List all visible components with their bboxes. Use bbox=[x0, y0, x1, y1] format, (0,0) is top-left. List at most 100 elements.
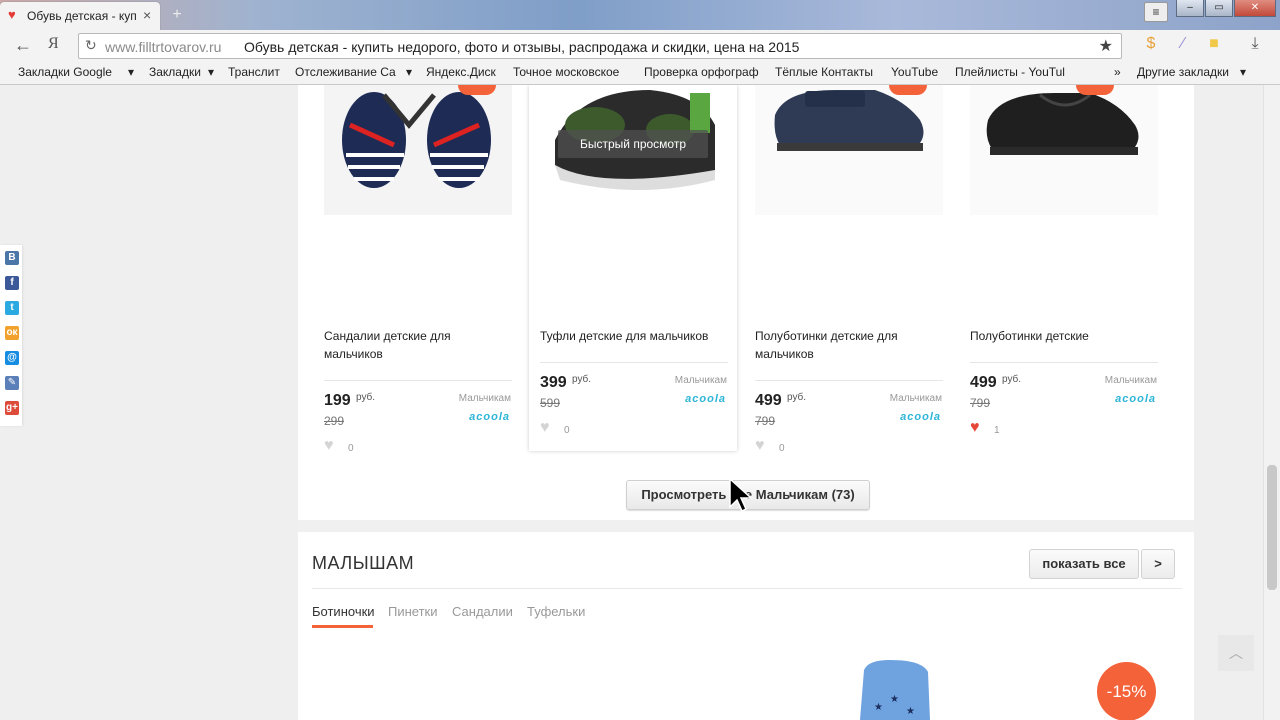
old-price: 799 bbox=[755, 414, 776, 428]
bookmark-item[interactable]: Тёплые Контакты bbox=[775, 65, 873, 79]
tab-botinochki[interactable]: Ботиночки bbox=[312, 604, 375, 619]
next-button[interactable]: > bbox=[1141, 549, 1175, 579]
brand-logo[interactable]: acoola bbox=[450, 411, 510, 423]
brand-logo[interactable]: acoola bbox=[1096, 393, 1156, 405]
discount-badge bbox=[458, 85, 496, 95]
svg-text:★: ★ bbox=[906, 706, 915, 717]
product-image-navy-boots[interactable] bbox=[755, 85, 943, 215]
extension-note-icon[interactable]: ■ bbox=[1204, 34, 1224, 54]
tab-title: Обувь детская - купить недорого bbox=[27, 9, 137, 23]
browser-toolbar: ← Я ↻ www.filltrtovarov.ru Обувь детская… bbox=[0, 30, 1280, 60]
scrollbar[interactable] bbox=[1263, 85, 1280, 720]
brand-logo[interactable]: acoola bbox=[881, 411, 941, 423]
browser-menu-icon[interactable]: ≡ bbox=[1144, 2, 1168, 22]
scrollbar-thumb[interactable] bbox=[1267, 465, 1277, 590]
yandex-icon[interactable]: Я bbox=[48, 35, 59, 53]
window-controls: – ▭ ✕ bbox=[1175, 0, 1276, 18]
close-window-button[interactable]: ✕ bbox=[1234, 0, 1276, 17]
heart-icon[interactable]: ♥ bbox=[755, 437, 765, 455]
svg-text:★: ★ bbox=[874, 702, 883, 713]
old-price: 799 bbox=[970, 396, 991, 410]
product-name[interactable]: Полуботинки детские bbox=[970, 327, 1150, 345]
heart-icon[interactable]: ♥ bbox=[540, 419, 550, 437]
window-titlebar: ♥ Обувь детская - купить недорого × + ≡ … bbox=[0, 0, 1280, 30]
active-tab-indicator bbox=[312, 625, 373, 628]
extension-coin-icon[interactable]: $ bbox=[1141, 34, 1161, 54]
product-name[interactable]: Полуботинки детские для мальчиков bbox=[755, 327, 935, 363]
chevron-down-icon[interactable]: ▾ bbox=[406, 65, 412, 79]
tab-pinetki[interactable]: Пинетки bbox=[388, 604, 438, 619]
maximize-button[interactable]: ▭ bbox=[1205, 0, 1233, 17]
back-arrow-icon[interactable]: ← bbox=[14, 35, 32, 56]
bookmark-star-icon[interactable]: ★ bbox=[1099, 36, 1113, 56]
livejournal-icon[interactable]: ✎ bbox=[5, 376, 19, 390]
mailru-icon[interactable]: @ bbox=[5, 351, 19, 365]
tab-tufelki[interactable]: Туфельки bbox=[527, 604, 585, 619]
bookmark-item[interactable]: Плейлисты - YouTul bbox=[955, 65, 1073, 79]
more-bookmarks-icon[interactable]: » bbox=[1114, 65, 1121, 79]
product-card[interactable]: Сандалии детские для мальчиков 199 руб. … bbox=[298, 85, 512, 455]
product-name[interactable]: Сандалии детские для мальчиков bbox=[324, 327, 504, 363]
tab-sandalii[interactable]: Сандалии bbox=[452, 604, 513, 619]
social-share-bar: В f t ок @ ✎ g+ bbox=[0, 245, 22, 426]
bookmark-item[interactable]: Яндекс.Диск bbox=[426, 65, 496, 79]
like-count: 0 bbox=[779, 443, 785, 454]
old-price: 299 bbox=[324, 414, 345, 428]
currency-label: руб. bbox=[787, 392, 807, 403]
back-to-top-button[interactable]: ︿ bbox=[1218, 635, 1254, 671]
currency-label: руб. bbox=[1002, 374, 1022, 385]
chevron-down-icon[interactable]: ▾ bbox=[208, 65, 214, 79]
like-count: 0 bbox=[348, 443, 354, 454]
discount-badge bbox=[889, 85, 927, 95]
product-image-black-boots[interactable] bbox=[970, 85, 1158, 215]
mouse-cursor-icon bbox=[729, 477, 753, 513]
category-label[interactable]: Мальчикам bbox=[852, 393, 942, 404]
googleplus-icon[interactable]: g+ bbox=[5, 401, 19, 415]
url-page-title: Обувь детская - купить недорого, фото и … bbox=[244, 39, 800, 55]
bookmark-item[interactable]: YouTube bbox=[891, 65, 938, 79]
product-card[interactable]: Полуботинки детские для мальчиков 499 ру… bbox=[729, 85, 943, 455]
chevron-down-icon[interactable]: ▾ bbox=[1240, 65, 1246, 79]
category-label[interactable]: Мальчикам bbox=[1067, 375, 1157, 386]
bookmark-item-other[interactable]: Другие закладки bbox=[1137, 65, 1229, 79]
main-content: Сандалии детские для мальчиков 199 руб. … bbox=[298, 85, 1194, 720]
tab-close-icon[interactable]: × bbox=[143, 7, 151, 23]
heart-icon[interactable]: ♥ bbox=[970, 419, 980, 437]
bookmark-item[interactable]: Транслит bbox=[228, 65, 280, 79]
new-tab-button[interactable]: + bbox=[166, 6, 188, 24]
category-label[interactable]: Мальчикам bbox=[637, 375, 727, 386]
odnoklassniki-icon[interactable]: ок bbox=[5, 326, 19, 340]
old-price: 599 bbox=[540, 396, 561, 410]
reload-icon[interactable]: ↻ bbox=[85, 37, 97, 54]
bookmark-item[interactable]: Закладки bbox=[149, 65, 201, 79]
bookmark-item[interactable]: Точное московское bbox=[513, 65, 631, 79]
product-card[interactable]: Полуботинки детские 499 руб. 799 Мальчик… bbox=[944, 85, 1158, 455]
svg-text:★: ★ bbox=[890, 694, 899, 705]
bookmark-item[interactable]: Проверка орфограф bbox=[644, 65, 762, 79]
section-divider bbox=[312, 588, 1182, 589]
download-icon[interactable]: ⤓ bbox=[1245, 34, 1265, 54]
like-count: 1 bbox=[994, 425, 1000, 436]
show-all-button[interactable]: показать все bbox=[1029, 549, 1139, 579]
category-label[interactable]: Мальчикам bbox=[421, 393, 511, 404]
brand-logo[interactable]: acoola bbox=[666, 393, 726, 405]
vk-icon[interactable]: В bbox=[5, 251, 19, 265]
discount-badge bbox=[1076, 85, 1114, 95]
bookmark-item[interactable]: Отслеживание Са bbox=[295, 65, 403, 79]
divider bbox=[324, 380, 512, 381]
twitter-icon[interactable]: t bbox=[5, 301, 19, 315]
product-name[interactable]: Туфли детские для мальчиков bbox=[540, 327, 720, 345]
address-bar[interactable]: ↻ www.filltrtovarov.ru Обувь детская - к… bbox=[78, 33, 1122, 59]
section-separator bbox=[298, 520, 1194, 532]
browser-tab[interactable]: ♥ Обувь детская - купить недорого × bbox=[0, 2, 160, 30]
minimize-button[interactable]: – bbox=[1176, 0, 1204, 17]
chevron-down-icon[interactable]: ▾ bbox=[128, 65, 134, 79]
product-image-sandals[interactable] bbox=[324, 85, 512, 215]
quick-view-button[interactable]: Быстрый просмотр bbox=[558, 130, 708, 158]
product-image-baby-shoe[interactable]: ★ ★ ★ bbox=[860, 660, 932, 720]
extension-feather-icon[interactable]: ⁄ bbox=[1173, 34, 1193, 54]
heart-favicon-icon: ♥ bbox=[8, 7, 16, 22]
facebook-icon[interactable]: f bbox=[5, 276, 19, 290]
bookmark-item[interactable]: Закладки Google bbox=[18, 65, 122, 79]
heart-icon[interactable]: ♥ bbox=[324, 437, 334, 455]
